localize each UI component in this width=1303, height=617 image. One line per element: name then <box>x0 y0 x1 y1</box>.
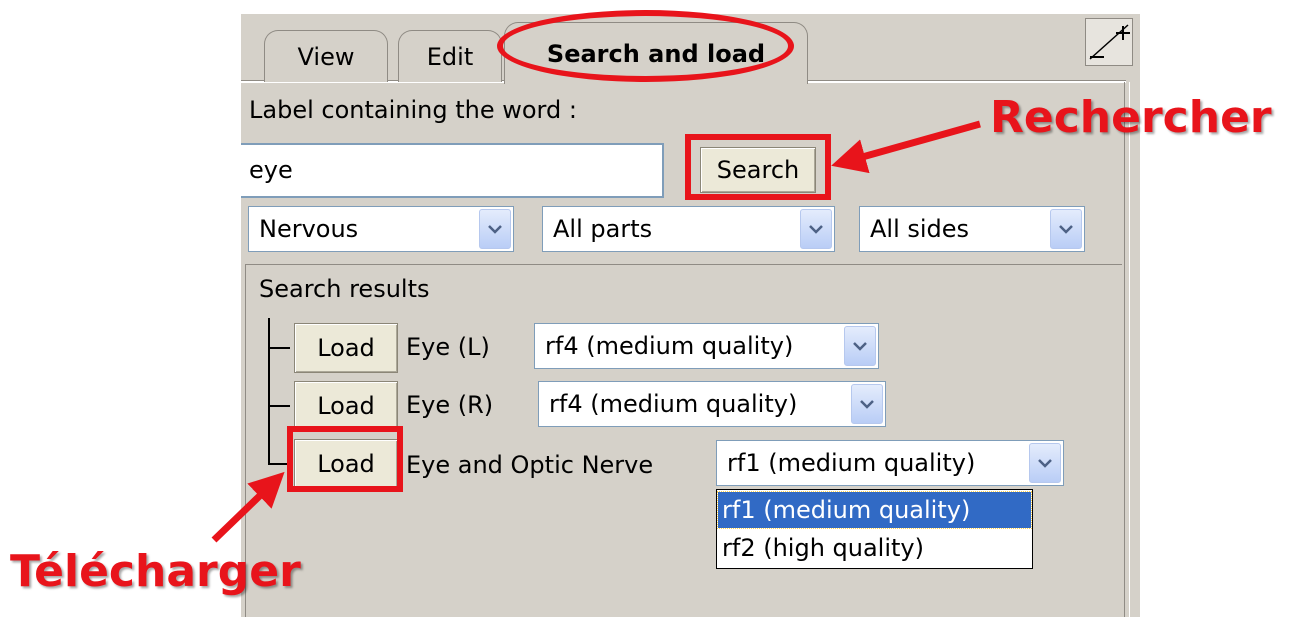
dropdown-option[interactable]: rf2 (high quality) <box>718 530 1031 566</box>
quality-select[interactable]: rf4 (medium quality) <box>538 381 886 427</box>
sides-select-value: All sides <box>870 215 970 243</box>
chevron-down-icon <box>1050 209 1082 249</box>
load-callout: Télécharger <box>10 546 301 597</box>
load-button[interactable]: Load <box>294 323 398 373</box>
result-name: Eye and Optic Nerve <box>406 451 654 479</box>
quality-select-value: rf4 (medium quality) <box>549 390 798 418</box>
quality-select-value: rf4 (medium quality) <box>545 332 794 360</box>
sides-select[interactable]: All sides <box>859 206 1085 252</box>
chevron-down-icon <box>800 209 832 249</box>
chevron-down-icon <box>479 209 511 249</box>
quality-select[interactable]: rf4 (medium quality) <box>534 323 879 369</box>
tree-vertical-line <box>268 318 270 464</box>
system-select-value: Nervous <box>259 215 359 243</box>
search-label: Label containing the word : <box>249 96 577 124</box>
plus-minus-icon <box>1089 24 1130 60</box>
result-name: Eye (L) <box>406 333 490 361</box>
dropdown-option-selected[interactable]: rf1 (medium quality) <box>717 491 1032 529</box>
tab-edit[interactable]: Edit <box>398 30 502 82</box>
tab-edit-label: Edit <box>426 42 474 71</box>
system-select[interactable]: Nervous <box>248 206 514 252</box>
tree-branch-line <box>268 347 290 349</box>
tab-view[interactable]: View <box>264 30 388 82</box>
search-and-load-tab-highlight <box>497 10 794 82</box>
search-results-title: Search results <box>259 275 430 303</box>
search-button-highlight <box>685 134 831 200</box>
load-button[interactable]: Load <box>294 381 398 431</box>
parts-select[interactable]: All parts <box>542 206 835 252</box>
quality-select-value: rf1 (medium quality) <box>727 449 976 477</box>
search-field-wrapper <box>241 143 664 198</box>
parts-select-value: All parts <box>553 215 653 243</box>
tree-branch-line <box>268 405 290 407</box>
tab-view-label: View <box>297 42 355 71</box>
load-button-label: Load <box>317 392 375 420</box>
search-callout: Rechercher <box>990 92 1272 143</box>
result-name: Eye (R) <box>406 391 494 419</box>
quality-select[interactable]: rf1 (medium quality) <box>716 440 1064 486</box>
search-input[interactable] <box>241 145 649 195</box>
panel-right-border <box>1124 82 1130 617</box>
quality-dropdown-list: rf1 (medium quality) rf2 (high quality) <box>716 489 1033 569</box>
chevron-down-icon <box>851 384 883 424</box>
load-button-label: Load <box>317 334 375 362</box>
chevron-down-icon <box>1029 443 1061 483</box>
load-button-highlight <box>287 426 403 492</box>
chevron-down-icon <box>844 326 876 366</box>
minimize-maximize-button[interactable] <box>1085 18 1133 66</box>
